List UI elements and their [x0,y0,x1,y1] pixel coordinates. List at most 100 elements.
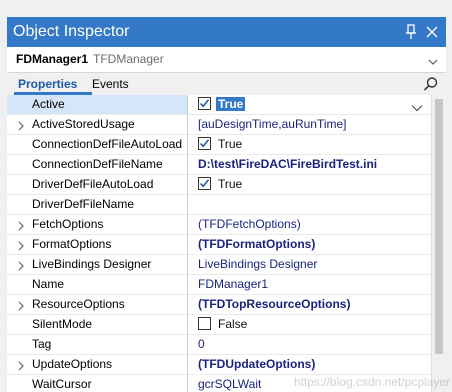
property-value-cell[interactable]: (TFDUpdateOptions) [188,355,431,374]
property-value-cell[interactable]: [auDesignTime,auRunTime] [188,115,431,134]
chevron-down-icon[interactable] [411,101,423,112]
property-row[interactable]: UpdateOptions (TFDUpdateOptions) [7,355,431,375]
property-name: ConnectionDefFileName [32,157,163,171]
checkbox-checked[interactable] [198,137,211,150]
tab-events[interactable]: Events [92,77,129,91]
vertical-scrollbar[interactable] [431,95,447,392]
property-name: ConnectionDefFileAutoLoad [32,137,183,151]
chevron-right-icon[interactable] [17,220,25,231]
property-name-cell[interactable]: Active [7,95,187,114]
chevron-right-icon[interactable] [17,240,25,251]
property-name: ActiveStoredUsage [32,117,135,131]
component-name: FDManager1 [16,52,89,66]
property-row[interactable]: ResourceOptions (TFDTopResourceOptions) [7,295,431,315]
property-value[interactable]: (TFDTopResourceOptions) [198,297,350,311]
property-row[interactable]: ConnectionDefFileName D:\test\FireDAC\Fir… [7,155,431,175]
property-row[interactable]: FetchOptions (TFDFetchOptions) [7,215,431,235]
chevron-right-icon[interactable] [17,120,25,131]
property-value[interactable]: D:\test\FireDAC\FireBirdTest.ini [198,157,377,171]
property-row[interactable]: SilentMode False [7,315,431,335]
property-name: FetchOptions [32,217,104,231]
property-value[interactable]: (TFDFetchOptions) [198,217,301,231]
property-value[interactable]: LiveBindings Designer [198,257,317,271]
property-row[interactable]: LiveBindings Designer LiveBindings Design… [7,255,431,275]
window-title: Object Inspector [13,23,130,40]
property-name: UpdateOptions [32,357,113,371]
property-row[interactable]: Active True [7,95,431,115]
property-value[interactable]: True [216,97,246,111]
tab-properties[interactable]: Properties [18,77,77,91]
property-name: DriverDefFileAutoLoad [32,177,154,191]
component-selector[interactable]: FDManager1 TFDManager [7,47,446,73]
property-name-cell[interactable]: SilentMode [7,315,187,334]
property-value[interactable]: gcrSQLWait [198,377,261,391]
property-value-cell[interactable]: True [188,175,431,194]
property-name-cell[interactable]: UpdateOptions [7,355,187,374]
property-row[interactable]: DriverDefFileAutoLoad True [7,175,431,195]
property-name-cell[interactable]: LiveBindings Designer [7,255,187,274]
property-name-cell[interactable]: DriverDefFileAutoLoad [7,175,187,194]
property-name-cell[interactable]: DriverDefFileName [7,195,187,214]
property-value-cell[interactable] [188,195,431,214]
property-value[interactable]: FDManager1 [198,277,268,291]
property-value[interactable]: 0 [198,337,205,351]
property-name-cell[interactable]: ConnectionDefFileName [7,155,187,174]
property-value-cell[interactable]: False [188,315,431,334]
property-name: WaitCursor [32,377,92,391]
title-bar[interactable]: Object Inspector [7,17,446,47]
search-icon[interactable] [423,76,439,92]
property-name: SilentMode [32,317,93,331]
checkbox-checked[interactable] [198,97,211,110]
property-value[interactable]: False [218,317,247,331]
property-value-cell[interactable]: True [188,135,431,154]
tab-strip: Properties Events [7,73,446,96]
chevron-right-icon[interactable] [17,300,25,311]
property-name: Tag [32,337,52,351]
property-value-cell[interactable]: True [188,95,431,114]
close-icon[interactable] [424,23,440,41]
property-value[interactable]: (TFDUpdateOptions) [198,357,315,371]
property-value-cell[interactable]: (TFDFetchOptions) [188,215,431,234]
property-row[interactable]: Name FDManager1 [7,275,431,295]
chevron-right-icon[interactable] [17,260,25,271]
property-name: DriverDefFileName [32,197,135,211]
property-name: LiveBindings Designer [32,257,152,271]
property-value-cell[interactable]: D:\test\FireDAC\FireBirdTest.ini [188,155,431,174]
property-name-cell[interactable]: ConnectionDefFileAutoLoad [7,135,187,154]
property-name-cell[interactable]: WaitCursor [7,375,187,392]
property-row[interactable]: ConnectionDefFileAutoLoad True [7,135,431,155]
property-row[interactable]: DriverDefFileName [7,195,431,215]
property-value-cell[interactable]: gcrSQLWait [188,375,431,392]
chevron-right-icon[interactable] [17,360,25,371]
property-row[interactable]: ActiveStoredUsage [auDesignTime,auRunTime… [7,115,431,135]
property-value[interactable]: [auDesignTime,auRunTime] [198,117,347,131]
property-name-cell[interactable]: ActiveStoredUsage [7,115,187,134]
property-value[interactable]: (TFDFormatOptions) [198,237,315,251]
property-name-cell[interactable]: Name [7,275,187,294]
property-value-cell[interactable]: (TFDTopResourceOptions) [188,295,431,314]
property-name: Active [32,97,65,111]
object-inspector-window: Object Inspector FDManager1 TFDManager P… [0,0,452,392]
scrollbar-thumb[interactable] [435,99,443,354]
property-value[interactable]: True [218,177,242,191]
property-name: ResourceOptions [32,297,125,311]
property-name-cell[interactable]: Tag [7,335,187,354]
property-name-cell[interactable]: FormatOptions [7,235,187,254]
property-value-cell[interactable]: 0 [188,335,431,354]
property-value-cell[interactable]: (TFDFormatOptions) [188,235,431,254]
property-value-cell[interactable]: LiveBindings Designer [188,255,431,274]
property-name: Name [32,277,65,291]
chevron-down-icon[interactable] [428,55,438,65]
property-value[interactable]: True [218,137,242,151]
checkbox-checked[interactable] [198,177,211,190]
checkbox-unchecked[interactable] [198,317,211,330]
property-row[interactable]: Tag 0 [7,335,431,355]
pin-icon[interactable] [403,23,419,41]
property-name-cell[interactable]: ResourceOptions [7,295,187,314]
property-row[interactable]: WaitCursor gcrSQLWait [7,375,431,392]
property-name: FormatOptions [32,237,112,251]
property-row[interactable]: FormatOptions (TFDFormatOptions) [7,235,431,255]
property-value-cell[interactable]: FDManager1 [188,275,431,294]
property-grid: Active True ActiveStoredUsage [auDesignTime… [7,95,431,392]
property-name-cell[interactable]: FetchOptions [7,215,187,234]
